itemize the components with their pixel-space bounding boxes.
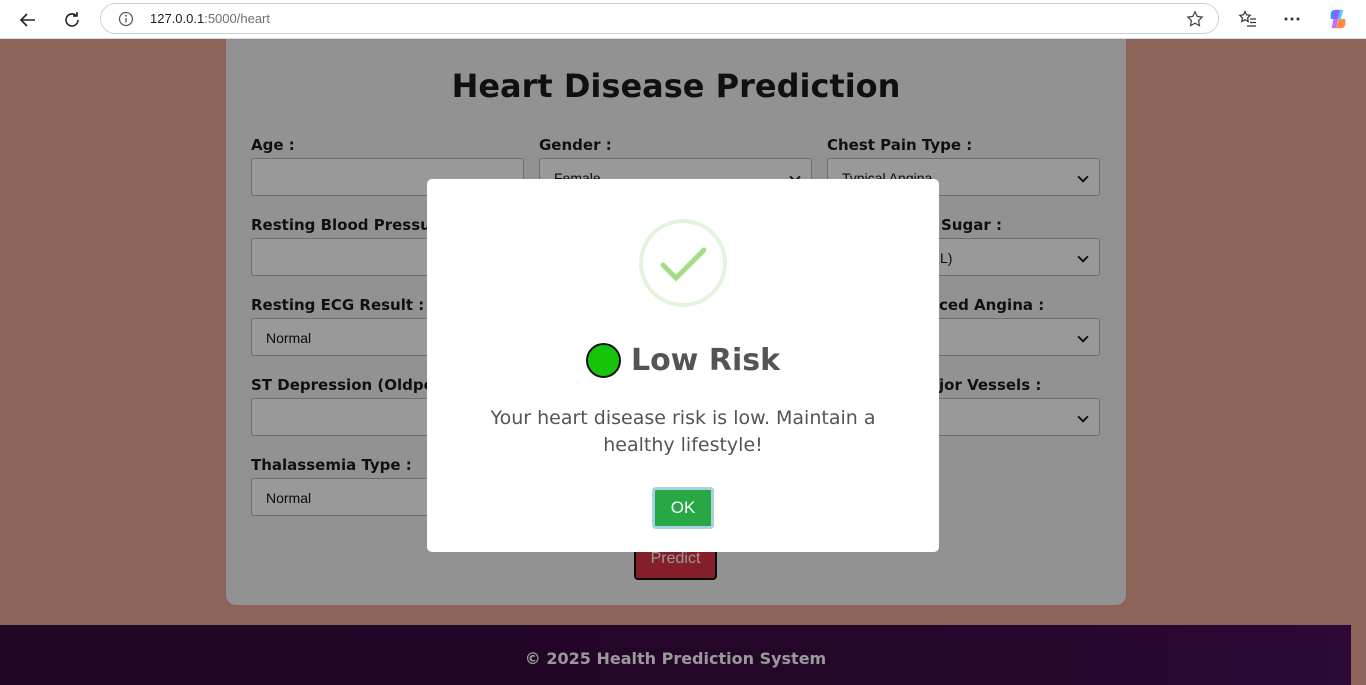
- dialog-message: Your heart disease risk is low. Maintain…: [490, 407, 876, 456]
- browser-toolbar: 127.0.0.1:5000/heart: [0, 0, 1366, 39]
- url-host: 127.0.0.1: [150, 11, 205, 26]
- address-bar[interactable]: 127.0.0.1:5000/heart: [100, 3, 1219, 34]
- refresh-button[interactable]: [58, 6, 86, 34]
- result-dialog: Low Risk Your heart disease risk is low.…: [427, 179, 939, 552]
- favorites-list-icon: [1238, 10, 1256, 27]
- copilot-button[interactable]: [1327, 8, 1349, 30]
- more-menu-button[interactable]: [1281, 8, 1303, 30]
- refresh-icon: [65, 12, 79, 27]
- risk-level-text: Low Risk: [630, 343, 781, 378]
- favorite-star-icon[interactable]: [1186, 10, 1204, 28]
- back-button[interactable]: [14, 6, 42, 34]
- url-path: :5000/heart: [204, 11, 270, 26]
- dialog-title: Low Risk: [427, 343, 939, 378]
- back-arrow-icon: [19, 13, 35, 27]
- copilot-icon: [1330, 9, 1346, 29]
- success-check-icon: [639, 219, 727, 307]
- ok-button[interactable]: OK: [652, 487, 714, 529]
- green-circle-icon: [585, 343, 621, 378]
- info-icon[interactable]: [118, 11, 134, 27]
- url-text: 127.0.0.1:5000/heart: [150, 11, 270, 26]
- favorites-button[interactable]: [1237, 8, 1259, 30]
- more-dots-icon: [1284, 17, 1300, 21]
